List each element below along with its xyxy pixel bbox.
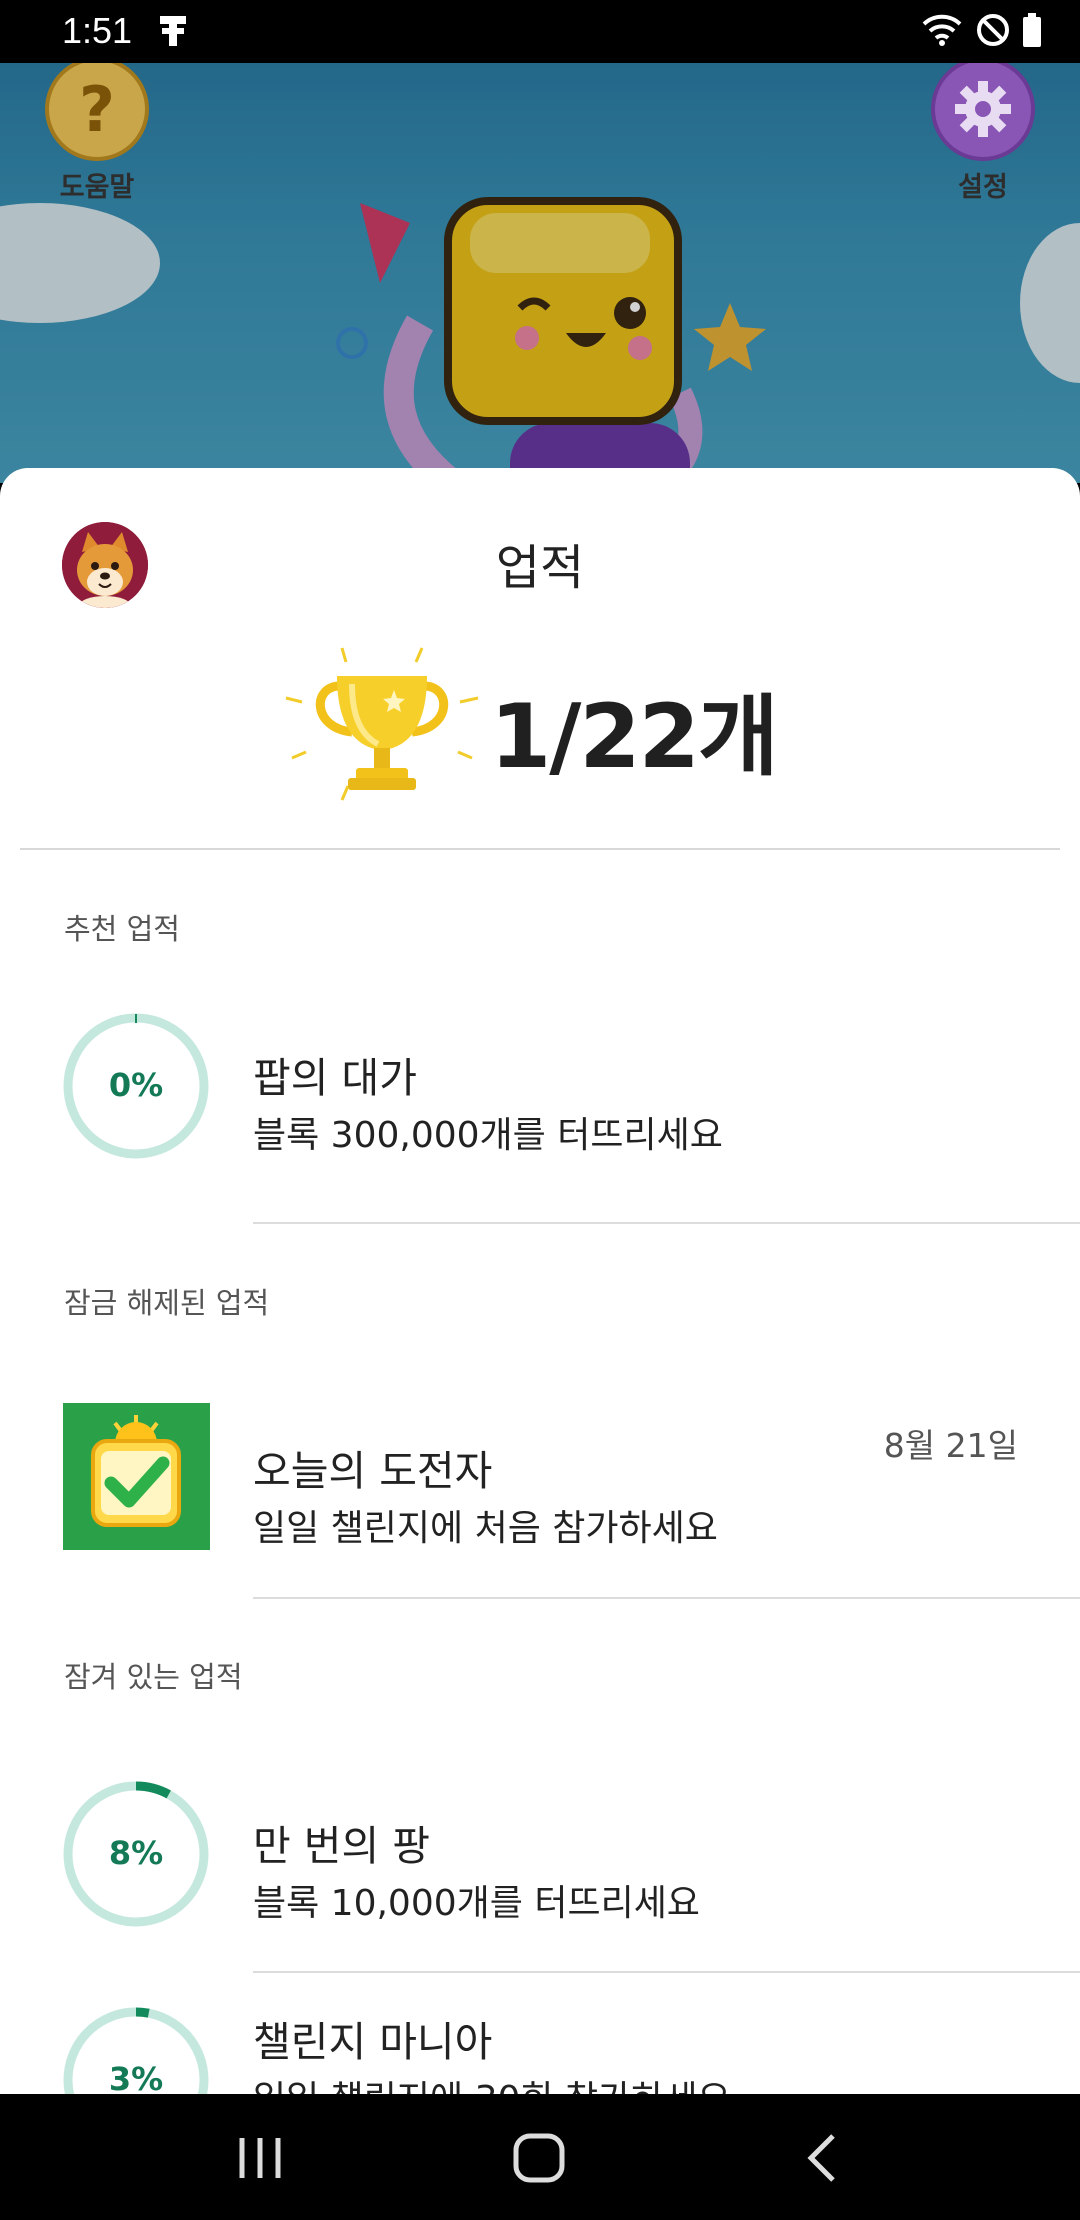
achievement-title: 만 번의 팡 [253,1812,430,1872]
wifi-icon [920,12,964,52]
gear-icon [931,63,1035,161]
section-recommended: 추천 업적 [64,906,180,948]
achievement-description: 블록 300,000개를 터뜨리세요 [253,1106,723,1158]
achievements-sheet: 업적 1/22개 추천 업적 [0,468,1080,2094]
divider [253,1971,1080,1973]
divider [253,1222,1080,1224]
section-unlocked: 잠금 해제된 업적 [64,1280,269,1322]
help-button[interactable]: ? 도움말 [42,63,152,204]
battery-icon [1022,13,1042,51]
achievement-title: 팝의 대가 [253,1044,417,1104]
settings-label: 설정 [928,165,1038,204]
divider [253,1597,1080,1599]
back-button[interactable] [795,2130,855,2186]
divider [20,848,1060,850]
trophy-icon [282,628,482,818]
unlock-date: 8월 21일 [884,1419,1018,1467]
achievement-row-locked[interactable]: 8% 만 번의 팡 블록 10,000개를 터뜨리세요 [0,1778,1080,1978]
progress-label: 0% [60,1066,212,1104]
progress-label: 3% [60,2060,212,2094]
notification-icon [158,14,188,52]
help-label: 도움말 [42,165,152,204]
achievement-title: 오늘의 도전자 [253,1437,492,1497]
question-icon: ? [45,63,149,161]
do-not-disturb-icon [976,13,1010,51]
achievement-description: 일일 챌린지에 처음 참가하세요 [253,1499,718,1551]
recent-apps-button[interactable] [230,2130,290,2186]
achievement-description: 일일 챌린지에 30회 참가하세요 [253,2070,731,2094]
status-time: 1:51 [62,10,132,52]
achievement-row-recommended[interactable]: 0% 팝의 대가 블록 300,000개를 터뜨리세요 [0,1010,1080,1210]
game-background: ? 도움말 설정 [0,63,1080,483]
progress-label: 8% [60,1834,212,1872]
achievement-row-unlocked[interactable]: 오늘의 도전자 일일 챌린지에 처음 참가하세요 8월 21일 [0,1403,1080,1603]
page-title: 업적 [0,528,1080,598]
section-locked: 잠겨 있는 업적 [64,1654,243,1696]
achievement-description: 블록 10,000개를 터뜨리세요 [253,1874,700,1926]
settings-button[interactable]: 설정 [928,63,1038,204]
navigation-bar [0,2094,1080,2220]
achievement-title: 챌린지 마니아 [253,2008,492,2068]
achievement-count: 1/22개 [490,666,777,793]
daily-challenge-badge-icon [63,1403,210,1550]
status-bar: 1:51 [0,0,1080,63]
achievement-row-locked[interactable]: 3% 챌린지 마니아 일일 챌린지에 30회 참가하세요 [0,2004,1080,2094]
home-button[interactable] [510,2130,570,2186]
